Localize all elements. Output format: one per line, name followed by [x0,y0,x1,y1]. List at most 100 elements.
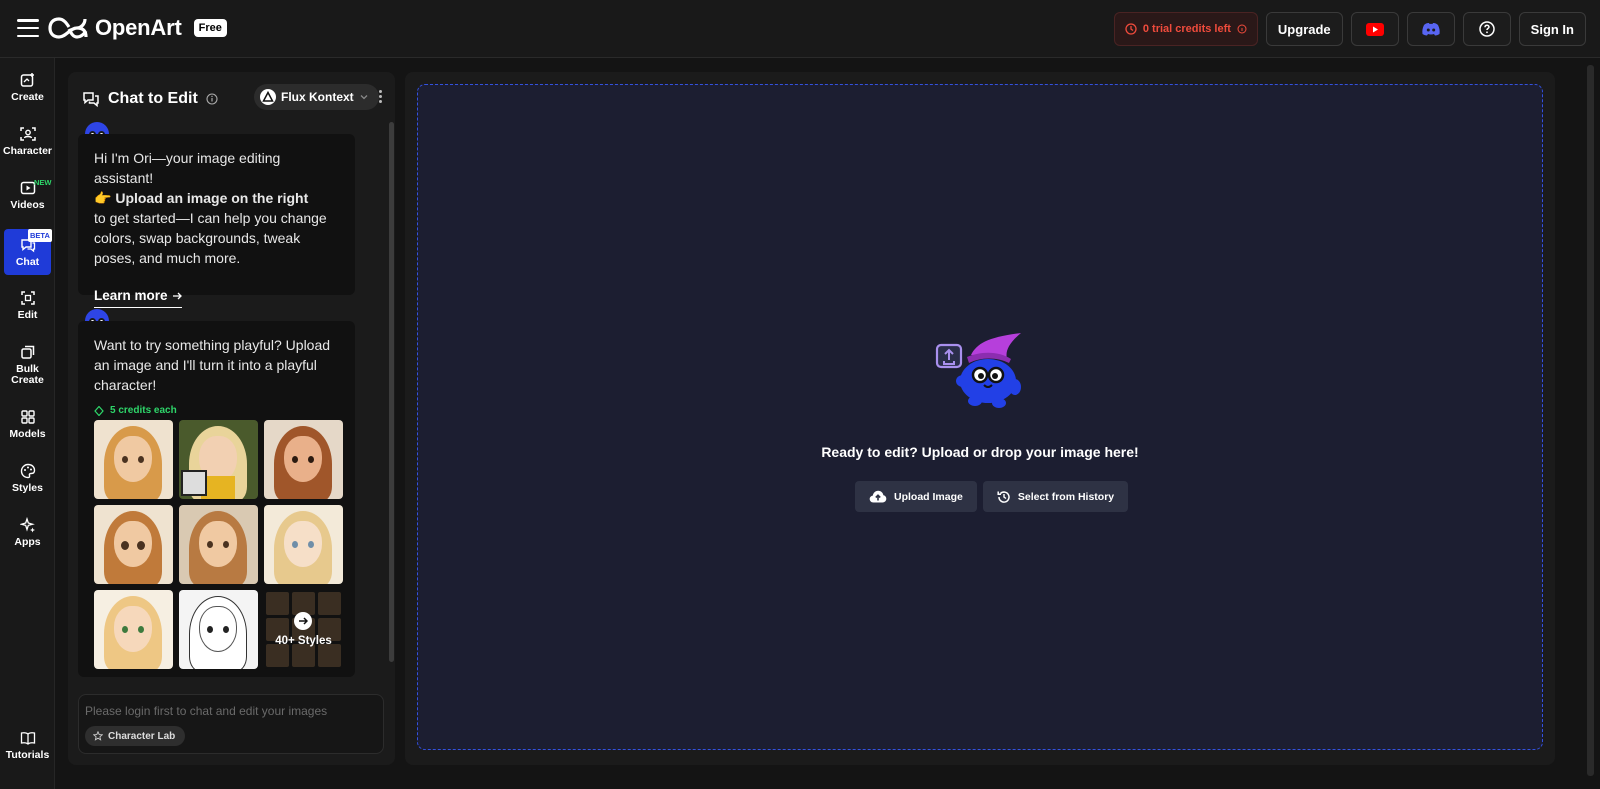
clock-icon [1125,23,1137,35]
sidebar-item-tutorials[interactable]: Tutorials [4,730,51,761]
style-thumbnail[interactable] [264,420,343,499]
arrow-right-icon [294,612,312,630]
diamond-icon [94,406,104,416]
sidebar-item-label: Models [9,428,46,440]
beta-badge: BETA [28,229,52,242]
message-line1: Hi I'm Ori—your image editing assistant! [94,150,281,186]
sidebar-item-character[interactable]: Character [2,126,53,157]
credits-text: 5 credits each [110,405,177,416]
logo[interactable]: OpenArt Free [47,15,227,41]
character-icon [19,127,36,141]
tutorials-icon [20,732,35,745]
youtube-icon [1365,22,1384,36]
assistant-message-1: Hi I'm Ori—your image editing assistant!… [78,134,355,308]
star-icon [93,731,103,741]
models-icon [20,410,35,424]
sidebar-item-label: Apps [14,536,41,548]
top-bar: OpenArt Free 0 trial credits left Upgrad… [0,0,1600,58]
bulk-create-icon [20,345,34,359]
discord-button[interactable] [1406,12,1455,46]
message-text: Want to try something playful? Upload an… [94,337,331,393]
model-selector[interactable]: Flux Kontext [254,84,379,110]
sidebar-item-label: Edit [17,309,38,321]
credits-text: 0 trial credits left [1142,23,1231,35]
sidebar-item-label: Tutorials [5,749,50,761]
source-photo-inset [181,470,207,496]
sidebar-item-chat[interactable]: BETA Chat [4,229,52,275]
logo-text: OpenArt [95,15,182,40]
style-thumbnail[interactable] [94,420,173,499]
history-icon [997,490,1010,503]
help-button[interactable] [1462,12,1511,46]
upgrade-button[interactable]: Upgrade [1265,12,1343,46]
canvas-panel: Ready to edit? Upload or drop your image… [405,72,1555,765]
menu-icon[interactable] [17,19,39,37]
flux-model-icon [260,89,276,105]
info-icon[interactable] [206,93,218,105]
style-thumbnail[interactable] [94,505,173,584]
chat-bubbles-icon [83,92,99,108]
sidebar-item-bulk-create[interactable]: Bulk Create [4,344,51,386]
sign-in-button[interactable]: Sign In [1518,12,1586,46]
sidebar-item-label: Videos [10,199,45,211]
sidebar-item-label: Styles [12,482,43,494]
trial-credits-indicator[interactable]: 0 trial credits left [1113,12,1258,46]
chevron-down-icon [360,95,368,100]
sidebar-item-models[interactable]: Models [4,409,51,440]
sidebar-item-label: Chat [15,256,40,268]
more-options-icon[interactable] [379,90,382,103]
style-thumbnail[interactable] [179,590,258,669]
drop-zone-prompt: Ready to edit? Upload or drop your image… [821,444,1139,460]
plan-badge: Free [193,19,227,37]
model-name: Flux Kontext [281,90,354,104]
info-icon [1237,24,1247,34]
chat-panel: Chat to Edit Flux Kontext Hi I'm Ori—you… [68,72,395,765]
upload-image-label: Upload Image [894,490,963,503]
chat-header: Chat to Edit Flux Kontext [82,84,382,114]
discord-icon [1421,23,1440,36]
style-thumbnail[interactable] [179,420,258,499]
upload-image-button[interactable]: Upload Image [855,481,977,512]
style-thumbnail[interactable] [94,590,173,669]
sidebar-item-styles[interactable]: Styles [4,463,51,494]
image-drop-zone[interactable]: Ready to edit? Upload or drop your image… [417,84,1543,750]
pointing-emoji: 👉 [94,190,112,206]
chat-input-box: Character Lab [78,694,384,754]
chat-title: Chat to Edit [108,90,198,107]
more-styles-tile[interactable]: 40+ Styles [264,590,343,669]
create-icon [20,73,34,87]
select-from-history-button[interactable]: Select from History [982,481,1129,512]
chat-input[interactable] [85,702,375,720]
style-thumbnail[interactable] [179,505,258,584]
help-icon [1478,21,1495,37]
page-scrollbar[interactable] [1587,65,1594,776]
new-badge: NEW [34,178,52,187]
sidebar-item-label: Create [11,91,44,103]
learn-more-text: Learn more [94,288,168,303]
arrow-right-icon [172,292,182,300]
youtube-button[interactable] [1350,12,1399,46]
more-styles-label: 40+ Styles [275,635,332,647]
sidebar-item-apps[interactable]: Apps [4,517,51,548]
sidebar-item-videos[interactable]: NEW Videos [4,178,51,211]
cloud-upload-icon [869,490,887,503]
message-rest: to get started—I can help you change col… [94,210,327,266]
ori-mascot-upload-icon [935,333,1021,408]
chat-scrollbar[interactable] [389,122,394,662]
openart-logo-icon [48,17,88,39]
credits-note: 5 credits each [94,401,339,421]
select-from-history-label: Select from History [1017,490,1115,503]
style-grid: 40+ Styles [94,420,343,669]
sidebar-item-edit[interactable]: Edit [4,290,51,321]
edit-icon [20,291,35,305]
style-thumbnail[interactable] [264,505,343,584]
chip-label: Character Lab [108,730,176,742]
styles-icon [20,463,35,479]
character-lab-chip[interactable]: Character Lab [85,726,186,746]
learn-more-link[interactable]: Learn more [94,286,182,308]
apps-icon [19,517,35,533]
sidebar-item-label-line2: Create [11,374,44,386]
sidebar: Create Character NEW Videos BETA Chat Ed… [0,58,55,789]
sidebar-item-label: Character [2,145,53,157]
sidebar-item-create[interactable]: Create [4,72,51,103]
